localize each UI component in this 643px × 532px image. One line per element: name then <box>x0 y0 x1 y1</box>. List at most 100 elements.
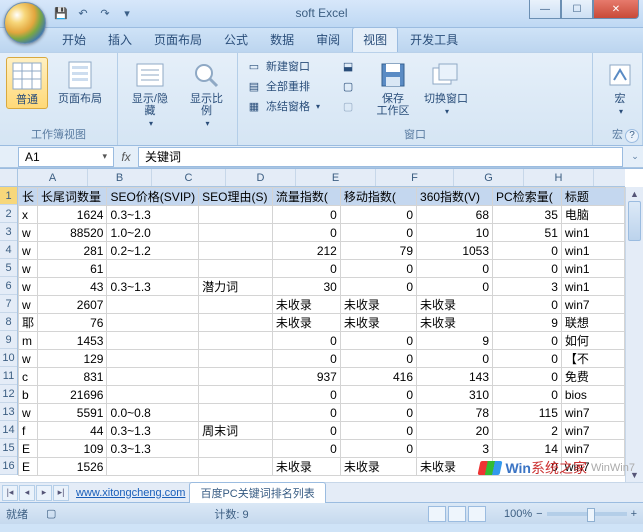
cell[interactable] <box>107 458 199 476</box>
cell[interactable]: 电脑 <box>561 206 624 224</box>
cell[interactable]: w <box>19 404 38 422</box>
cell[interactable]: 3 <box>417 440 493 458</box>
cell[interactable] <box>199 404 273 422</box>
row-header-13[interactable]: 13 <box>0 403 17 421</box>
cell[interactable]: 2607 <box>38 296 107 314</box>
qat-undo-icon[interactable]: ↶ <box>74 5 92 23</box>
name-box[interactable]: A1 ▾ <box>18 147 114 167</box>
cell[interactable]: 0.2~1.2 <box>107 242 199 260</box>
cell[interactable] <box>199 440 273 458</box>
cell[interactable]: 2 <box>493 422 562 440</box>
maximize-button[interactable]: ☐ <box>561 0 593 19</box>
unhide-button[interactable]: ▢ <box>338 97 358 115</box>
cell[interactable]: 0 <box>493 296 562 314</box>
cell[interactable]: w <box>19 224 38 242</box>
row-header-4[interactable]: 4 <box>0 241 17 259</box>
hide-button[interactable]: ▢ <box>338 77 358 95</box>
cell[interactable]: 129 <box>38 350 107 368</box>
cell[interactable]: 0 <box>272 386 340 404</box>
cell[interactable]: PC检索量( <box>493 188 562 206</box>
cell[interactable]: 68 <box>417 206 493 224</box>
cell[interactable]: win1 <box>561 278 624 296</box>
row-header-15[interactable]: 15 <box>0 439 17 457</box>
scroll-down-arrow-icon[interactable]: ▼ <box>626 468 643 482</box>
cell[interactable]: 【不 <box>561 350 624 368</box>
col-header-C[interactable]: C <box>152 169 226 186</box>
show-hide-button[interactable]: 显示/隐藏▾ <box>124 57 176 130</box>
row-header-3[interactable]: 3 <box>0 223 17 241</box>
cell[interactable]: 10 <box>417 224 493 242</box>
cell[interactable]: 30 <box>272 278 340 296</box>
cell[interactable] <box>107 260 199 278</box>
row-header-12[interactable]: 12 <box>0 385 17 403</box>
cell[interactable]: SEO理由(S) <box>199 188 273 206</box>
cell[interactable]: 51 <box>493 224 562 242</box>
cell[interactable]: 0 <box>493 350 562 368</box>
cell[interactable]: 未收录 <box>340 296 416 314</box>
save-workspace-button[interactable]: 保存 工作区 <box>372 57 414 119</box>
cell[interactable]: 143 <box>417 368 493 386</box>
sheet-nav-next-icon[interactable]: ▸ <box>36 485 52 501</box>
cell[interactable]: 109 <box>38 440 107 458</box>
cell[interactable]: 0 <box>417 278 493 296</box>
row-header-8[interactable]: 8 <box>0 313 17 331</box>
cell[interactable]: 0.3~1.3 <box>107 440 199 458</box>
cell[interactable]: 移动指数( <box>340 188 416 206</box>
cell[interactable]: 1053 <box>417 242 493 260</box>
cell[interactable]: 未收录 <box>417 458 493 476</box>
row-header-10[interactable]: 10 <box>0 349 17 367</box>
cell[interactable]: 0 <box>340 278 416 296</box>
cell[interactable]: 0 <box>417 350 493 368</box>
cell[interactable]: 416 <box>340 368 416 386</box>
col-header-G[interactable]: G <box>454 169 524 186</box>
cell[interactable]: 0 <box>340 206 416 224</box>
cell[interactable]: 14 <box>493 440 562 458</box>
sheet-link[interactable]: www.xitongcheng.com <box>76 487 185 499</box>
cell[interactable] <box>199 368 273 386</box>
cell[interactable] <box>199 296 273 314</box>
switch-windows-button[interactable]: 切换窗口▾ <box>420 57 472 118</box>
tab-2[interactable]: 页面布局 <box>144 28 212 52</box>
cell[interactable] <box>107 386 199 404</box>
cell[interactable]: 联想 <box>561 314 624 332</box>
cell[interactable]: win7 <box>561 422 624 440</box>
cell[interactable]: 0 <box>493 242 562 260</box>
cell[interactable]: 35 <box>493 206 562 224</box>
cell[interactable]: 1526 <box>38 458 107 476</box>
cell[interactable] <box>199 314 273 332</box>
cell[interactable]: 1.0~2.0 <box>107 224 199 242</box>
status-record-icon[interactable]: ▢ <box>46 507 56 520</box>
cell[interactable] <box>199 260 273 278</box>
cell[interactable]: 0 <box>493 458 562 476</box>
cell[interactable] <box>199 458 273 476</box>
cell[interactable]: 0 <box>272 440 340 458</box>
view-shortcut-pagebreak[interactable] <box>468 506 486 522</box>
cell[interactable]: b <box>19 386 38 404</box>
cell[interactable]: 0 <box>340 350 416 368</box>
sheet-tab-active[interactable]: 百度PC关键词排名列表 <box>189 482 325 503</box>
cell[interactable]: 0 <box>493 368 562 386</box>
cell[interactable]: m <box>19 332 38 350</box>
cell[interactable]: 115 <box>493 404 562 422</box>
qat-more-icon[interactable]: ▾ <box>118 5 136 23</box>
scroll-up-arrow-icon[interactable]: ▲ <box>626 187 643 201</box>
row-header-5[interactable]: 5 <box>0 259 17 277</box>
row-header-11[interactable]: 11 <box>0 367 17 385</box>
row-header-6[interactable]: 6 <box>0 277 17 295</box>
row-header-9[interactable]: 9 <box>0 331 17 349</box>
cell[interactable]: E <box>19 458 38 476</box>
cell[interactable]: 78 <box>417 404 493 422</box>
cell[interactable] <box>107 314 199 332</box>
cell[interactable]: 0 <box>493 386 562 404</box>
cell[interactable]: 耶 <box>19 314 38 332</box>
tab-7[interactable]: 开发工具 <box>400 28 468 52</box>
tab-5[interactable]: 审阅 <box>306 28 350 52</box>
close-button[interactable]: ✕ <box>593 0 639 19</box>
cell[interactable]: 0 <box>493 260 562 278</box>
cell[interactable]: E <box>19 440 38 458</box>
cell[interactable]: bios <box>561 386 624 404</box>
name-box-dropdown-icon[interactable]: ▾ <box>102 151 107 162</box>
cell[interactable]: 未收录 <box>340 314 416 332</box>
cell[interactable] <box>199 350 273 368</box>
zoom-slider[interactable] <box>547 512 627 516</box>
